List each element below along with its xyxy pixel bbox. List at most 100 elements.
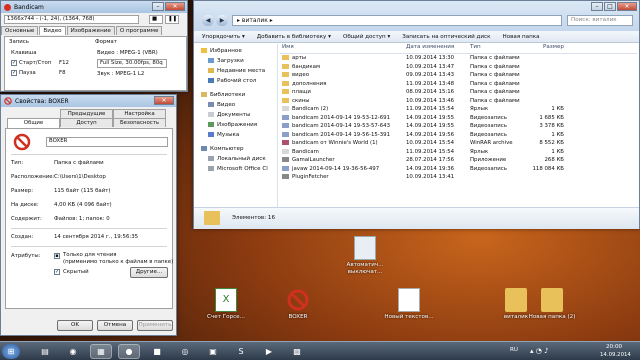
general-tab-panel: BOXER Тип: Папка с файлами Расположение:… [5, 128, 173, 309]
close-button[interactable]: ✕ [617, 2, 637, 11]
language-indicator[interactable]: RU [510, 347, 518, 353]
nav-documents[interactable]: Документы [194, 110, 277, 120]
file-row[interactable]: видео 09.09.2014 13:43 Папка с файлами [280, 71, 637, 80]
nav-downloads[interactable]: Загрузки [194, 56, 277, 66]
tab-image[interactable]: Изображение [66, 26, 115, 35]
taskbar-skype-icon[interactable]: S [230, 344, 252, 359]
minimize-button[interactable]: – [591, 2, 603, 11]
readonly-checkbox[interactable]: ▪ [54, 253, 60, 259]
tab-about[interactable]: О программе [115, 26, 163, 35]
ok-button[interactable]: OK [57, 320, 93, 331]
tab-customize[interactable]: Настройка [113, 109, 166, 118]
nav-computer[interactable]: Компьютер [194, 144, 277, 154]
taskbar-explorer-window-icon[interactable]: ▦ [90, 344, 112, 359]
file-row[interactable]: bandicam от Winnie's World (1) 10.09.2014… [280, 139, 637, 148]
nav-office[interactable]: Microsoft Office Cl [194, 164, 277, 174]
tab-security[interactable]: Безопасность [113, 118, 166, 127]
back-button[interactable]: ◀ [202, 15, 214, 26]
close-button[interactable]: ✕ [154, 96, 174, 105]
file-row[interactable]: javaw 2014-09-14 19-36-56-497 14.09.2014 … [280, 165, 637, 174]
hidden-label: Скрытый [63, 269, 89, 275]
file-row[interactable]: PluginFetcher 10.09.2014 13:41 [280, 173, 637, 182]
file-row[interactable]: бандикам 10.09.2014 13:47 Папка с файлами [280, 63, 637, 72]
taskbar-steam-icon[interactable]: ◎ [174, 344, 196, 359]
nav-pictures[interactable]: Изображения [194, 120, 277, 130]
nav-recent[interactable]: Недавние места [194, 66, 277, 76]
start-stop-checkbox[interactable]: ✓ [11, 60, 17, 66]
file-row[interactable]: арты 10.09.2014 13:30 Папка с файлами [280, 54, 637, 63]
taskbar-chrome-icon[interactable]: ◉ [62, 344, 84, 359]
tab-sharing[interactable]: Доступ [60, 118, 113, 127]
folder-name-field[interactable]: BOXER [46, 137, 168, 147]
disk-label: На диске: [11, 202, 39, 208]
nav-desktop[interactable]: Рабочий стол [194, 76, 277, 86]
taskbar-bandicam-icon[interactable]: ● [118, 344, 140, 359]
share-menu[interactable]: Общий доступ ▾ [343, 34, 390, 40]
tab-general[interactable]: Основные [1, 26, 39, 35]
file-row[interactable]: скины 10.09.2014 13:46 Папка с файлами [280, 97, 637, 106]
column-name[interactable]: Имя [280, 44, 404, 53]
bandicam-window: Bandicam – ✕ 1366x744 - (-1, 24), (1364,… [0, 0, 188, 92]
tray-icons[interactable]: ▴ ◔ ♪ [530, 347, 549, 355]
nav-video[interactable]: Видео [194, 100, 277, 110]
desktop-icon-new-folder-2[interactable]: Новая папка (2) [524, 288, 580, 321]
taskbar-video-icon[interactable]: ▶ [258, 344, 280, 359]
close-button[interactable]: ✕ [165, 2, 185, 11]
file-row[interactable]: Bandicam (2) 11.09.2014 15:54 Ярлык 1 КБ [280, 105, 637, 114]
search-input[interactable]: Поиск: виталик [567, 15, 633, 26]
forward-button[interactable]: ▶ [216, 15, 228, 26]
pause-checkbox[interactable]: ✓ [11, 70, 17, 76]
column-size[interactable]: Размер [526, 44, 566, 53]
file-size: 118 084 КБ [532, 165, 564, 172]
hidden-checkbox[interactable]: ✓ [54, 269, 60, 275]
file-row[interactable]: bandicam 2014-09-14 19-53-12-691 14.09.20… [280, 114, 637, 123]
readonly-sublabel: (применимо только к файлам в папке) [63, 259, 174, 265]
nav-music[interactable]: Музыка [194, 130, 277, 140]
cancel-button[interactable]: Отмена [97, 320, 133, 331]
advanced-button[interactable]: Другие... [130, 267, 168, 278]
tab-previous-versions[interactable]: Предыдущие версии [60, 109, 113, 125]
size-value: 115 байт (115 байт) [54, 188, 111, 194]
file-row[interactable]: bandicam 2014-09-14 19-56-15-391 14.09.20… [280, 131, 637, 140]
add-to-library-menu[interactable]: Добавить в библиотеку ▾ [257, 34, 331, 40]
start-button[interactable]: ⊞ [2, 344, 20, 359]
organize-menu[interactable]: Упорядочить ▾ [202, 34, 245, 40]
new-folder-button[interactable]: Новая папка [502, 34, 539, 40]
taskbar-app-icon[interactable]: ▣ [202, 344, 224, 359]
pause-button[interactable]: ❚❚ [165, 15, 179, 24]
tab-general[interactable]: Общие [7, 118, 60, 128]
video-detail-field[interactable]: Full Size, 30.00fps, 80q [97, 59, 167, 68]
file-row[interactable]: bandicam 2014-09-14 19-53-57-643 14.09.20… [280, 122, 637, 131]
file-row[interactable]: дополнения 11.09.2014 13:48 Папка с файлам… [280, 80, 637, 89]
nav-local-disk[interactable]: Локальный диск [194, 154, 277, 164]
column-date[interactable]: Дата изменения [404, 44, 468, 53]
column-type[interactable]: Тип [468, 44, 526, 53]
apply-button[interactable]: Применить [137, 320, 173, 331]
file-row[interactable]: GamaiLauncher 28.07.2014 17:56 Приложение 2… [280, 156, 637, 165]
desktop-icon-auto-shutdown[interactable]: Автоматич... выключат... [337, 236, 393, 276]
maximize-button[interactable]: □ [604, 2, 616, 11]
minimize-button[interactable]: – [152, 2, 164, 11]
tab-video[interactable]: Видео [39, 26, 66, 35]
nav-favorites[interactable]: Избранное [194, 46, 277, 56]
file-size [526, 80, 566, 89]
file-row[interactable]: плащи 08.09.2014 15:16 Папка с файлами [280, 88, 637, 97]
clock-time[interactable]: 20:00 [606, 344, 622, 350]
taskbar-minecraft-icon[interactable]: ■ [146, 344, 168, 359]
nav-libraries[interactable]: Библиотеки [194, 90, 277, 100]
file-size: 8 552 КБ [539, 140, 564, 146]
desktop-icon-new-text[interactable]: Новый текстов... [381, 288, 437, 321]
desktop-icon-boxer[interactable]: BOXER [270, 288, 326, 321]
file-row[interactable]: Bandicam 11.09.2014 15:54 Ярлык 1 КБ [280, 148, 637, 157]
capture-region-field[interactable]: 1366x744 - (-1, 24), (1364, 768) [4, 15, 139, 24]
taskbar-game-icon[interactable]: ▩ [286, 344, 308, 359]
address-bar[interactable]: ▸ виталик ▸ [232, 15, 562, 26]
desktop-icon-excel[interactable]: X Счет Горсе... [198, 288, 254, 321]
clock-date[interactable]: 14.09.2014 [600, 352, 631, 358]
file-name: bandicam от Winnie's World (1) [280, 139, 404, 148]
properties-titlebar[interactable]: Свойства: BOXER [1, 95, 176, 107]
taskbar-explorer-icon[interactable]: ▤ [34, 344, 56, 359]
stop-button[interactable]: ■ [149, 15, 163, 24]
burn-button[interactable]: Записать на оптический диск [402, 34, 490, 40]
file-date: 11.09.2014 15:54 [406, 148, 455, 155]
